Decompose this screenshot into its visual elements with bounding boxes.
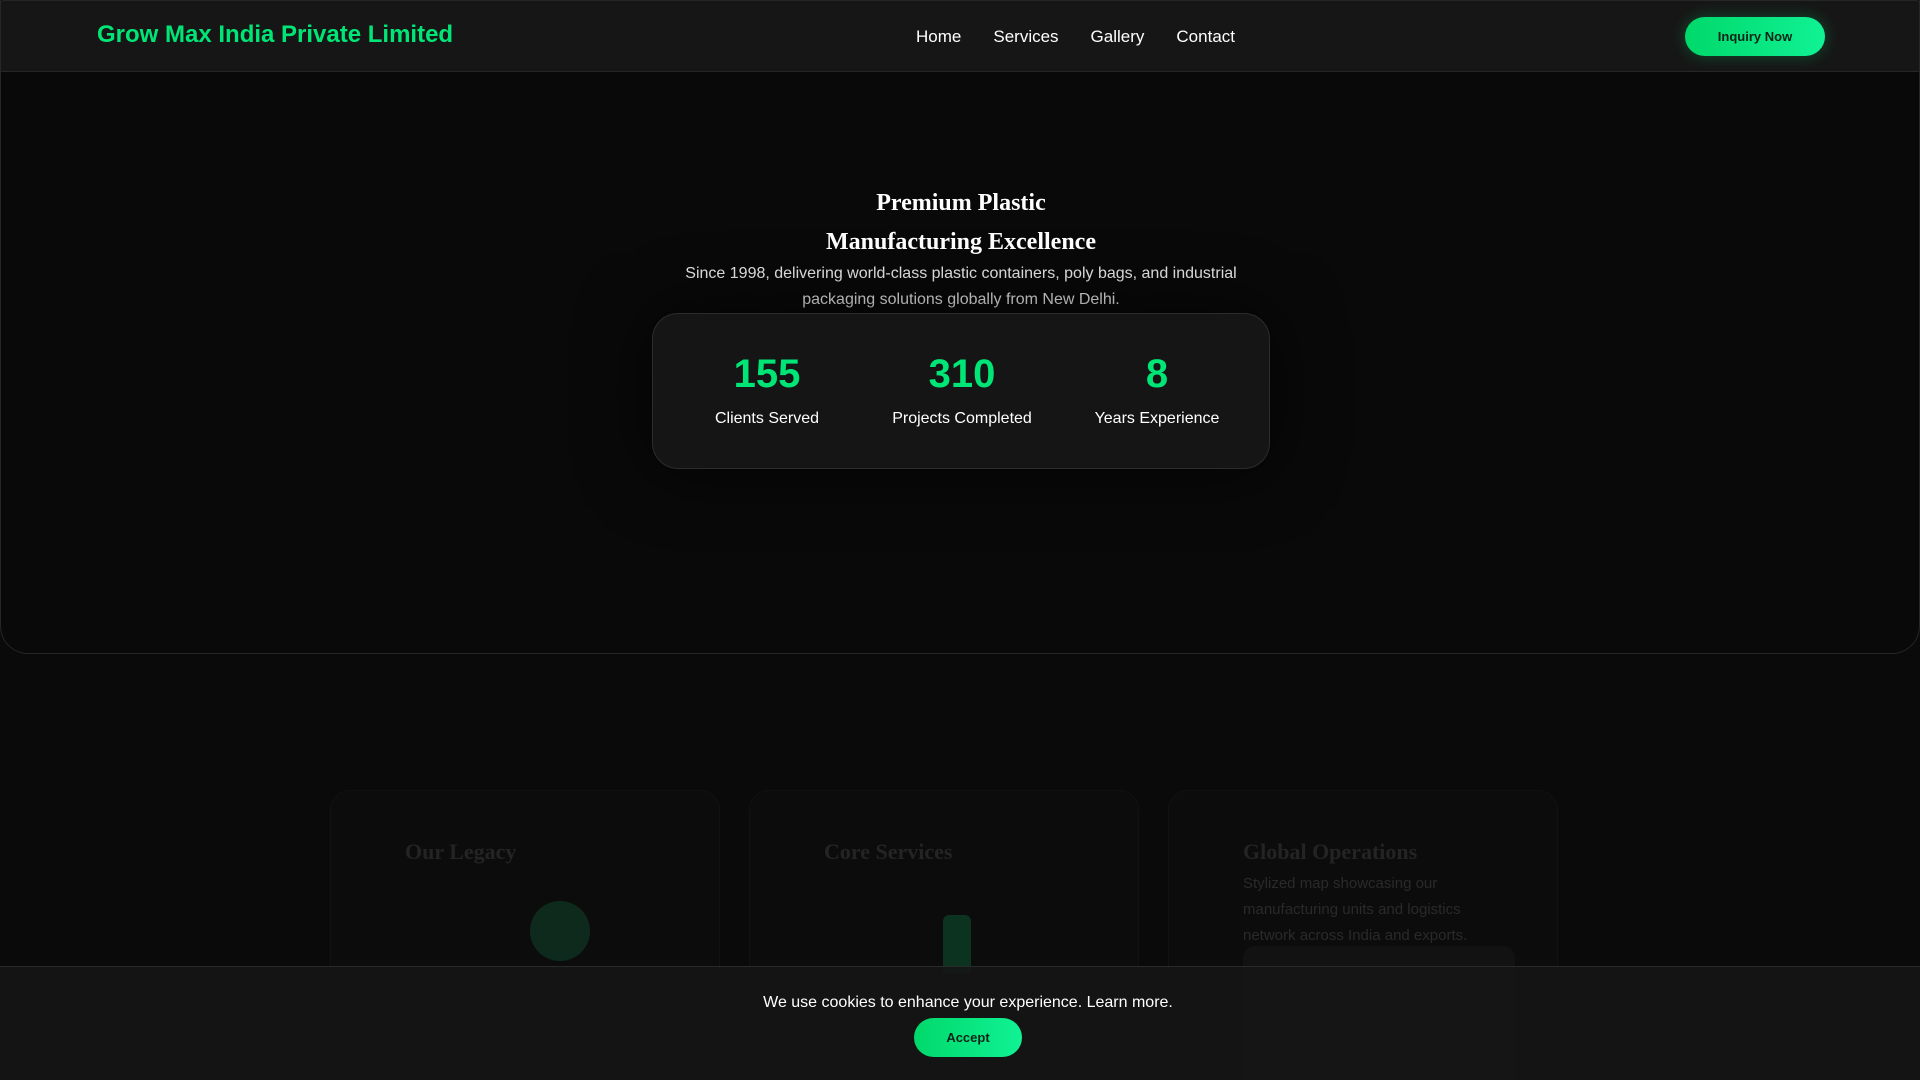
stat-years: 8 Years Experience xyxy=(1067,354,1247,428)
stat-label: Years Experience xyxy=(1094,410,1220,427)
stat-clients: 155 Clients Served xyxy=(677,354,857,428)
feature-description: Stylized map showcasing our manufacturin… xyxy=(1243,875,1468,944)
service-bar-graphic xyxy=(943,915,971,973)
cookie-banner: We use cookies to enhance your experienc… xyxy=(0,966,1920,1080)
stat-value: 8 xyxy=(1145,352,1169,396)
learn-more-link[interactable]: Learn more. xyxy=(1087,994,1173,1011)
nav-link-home[interactable]: Home xyxy=(916,27,961,47)
main-nav: Home Services Gallery Contact xyxy=(916,27,1235,47)
stat-value: 155 xyxy=(733,352,801,396)
nav-link-gallery[interactable]: Gallery xyxy=(1091,27,1145,47)
stat-projects: 310 Projects Completed xyxy=(872,354,1052,428)
nav-link-contact[interactable]: Contact xyxy=(1176,27,1235,47)
brand-logo-link[interactable]: Grow Max India Private Limited xyxy=(97,21,453,49)
hero-title: Premium Plastic Manufacturing Excellence xyxy=(661,184,1261,262)
hero-subtitle: Since 1998, delivering world-class plast… xyxy=(685,265,1237,308)
feature-title: Our Legacy xyxy=(405,839,517,864)
hero-title-line-1: Premium Plastic xyxy=(876,190,1046,216)
stats-card: 155 Clients Served 310 Projects Complete… xyxy=(652,313,1270,469)
stat-label: Projects Completed xyxy=(892,410,1032,427)
navbar: Grow Max India Private Limited Home Serv… xyxy=(0,0,1920,72)
feature-title: Core Services xyxy=(824,839,953,864)
cookie-message: We use cookies to enhance your experienc… xyxy=(0,994,1920,1012)
legacy-badge-icon xyxy=(530,901,590,961)
page: Premium Plastic Manufacturing Excellence… xyxy=(0,0,1920,1080)
hero-title-line-2: Manufacturing Excellence xyxy=(826,229,1096,255)
hero-section: Premium Plastic Manufacturing Excellence… xyxy=(0,0,1920,654)
inquiry-now-button[interactable]: Inquiry Now xyxy=(1685,17,1825,56)
stat-label: Clients Served xyxy=(714,410,820,427)
cookie-text: We use cookies to enhance your experienc… xyxy=(763,994,1083,1011)
nav-link-services[interactable]: Services xyxy=(993,27,1058,47)
feature-title: Global Operations xyxy=(1243,839,1418,864)
accept-cookies-button[interactable]: Accept xyxy=(914,1018,1022,1057)
stat-value: 310 xyxy=(928,352,996,396)
